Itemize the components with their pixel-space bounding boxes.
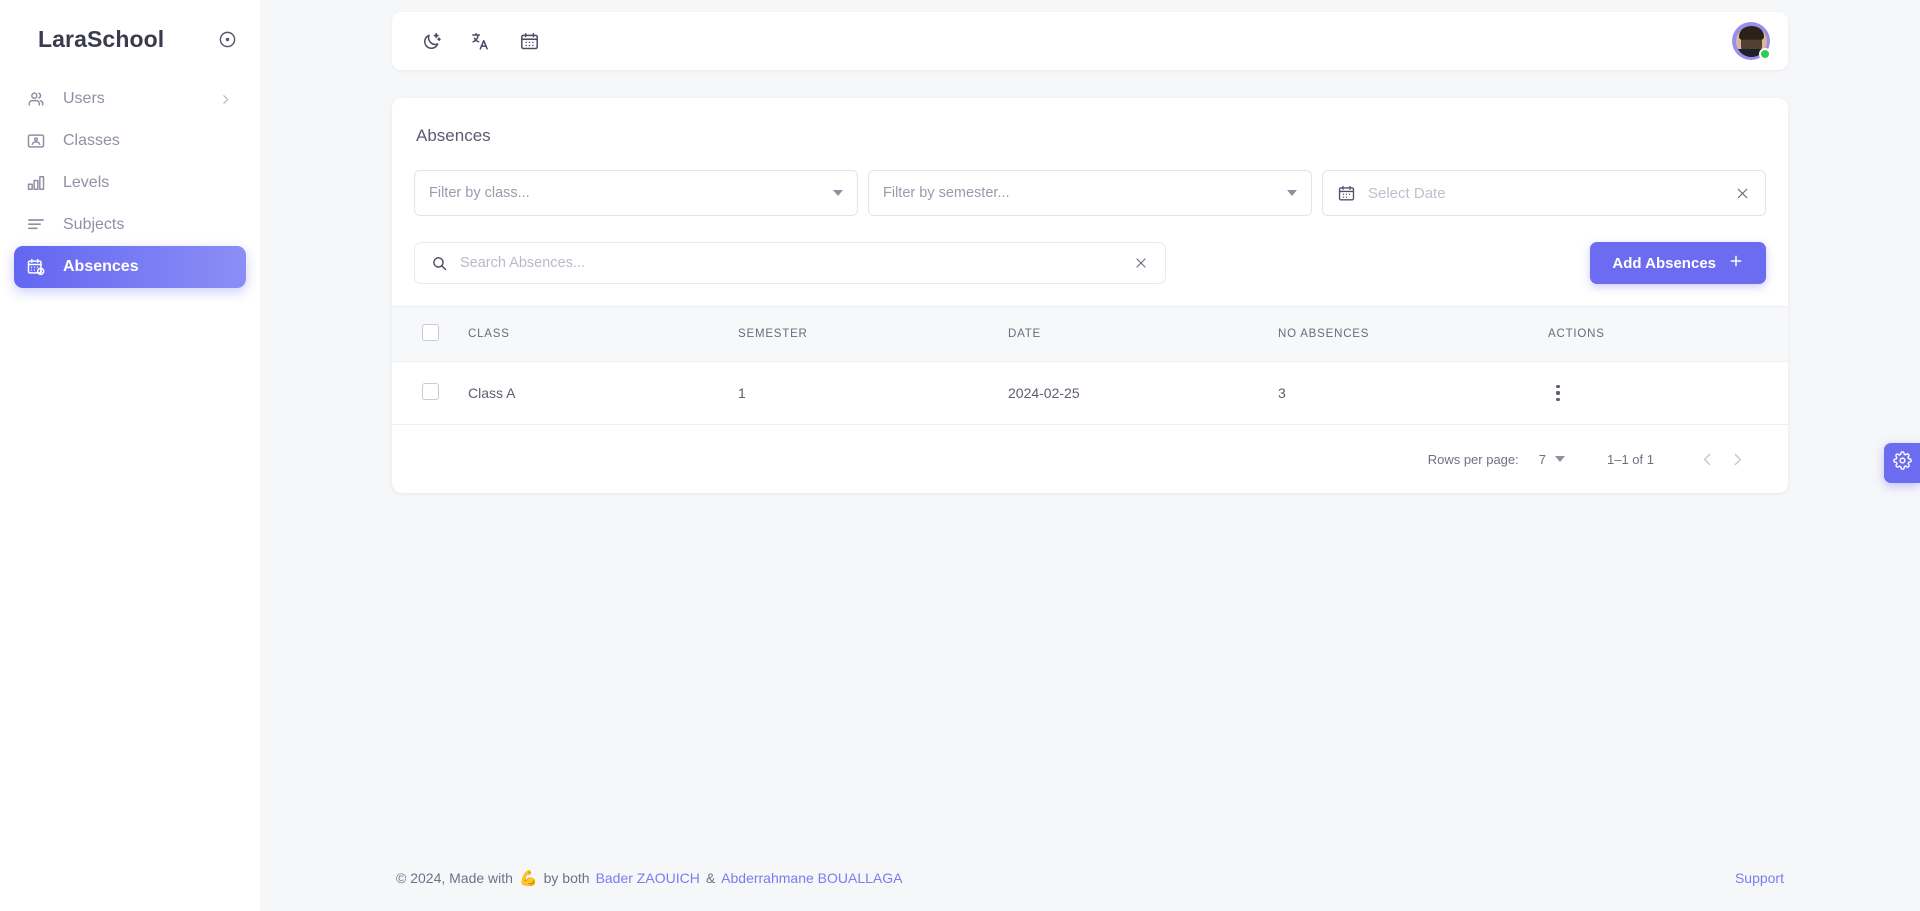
chevron-down-icon (1287, 190, 1297, 196)
app-root: LaraSchool Users Classes Levels Subjects… (0, 0, 1920, 911)
date-filter-placeholder: Select Date (1368, 184, 1446, 202)
sidebar-item-absences[interactable]: Absences (14, 246, 246, 288)
sidebar-item-classes[interactable]: Classes (14, 120, 246, 162)
absences-table: CLASS SEMESTER DATE NO ABSENCES ACTIONS … (392, 306, 1788, 425)
chevron-right-icon[interactable] (1722, 444, 1752, 474)
search-container[interactable] (414, 242, 1166, 284)
class-filter-select[interactable]: Filter by class... (414, 170, 858, 216)
calendar-icon (1337, 184, 1356, 203)
pagination-range: 1–1 of 1 (1607, 451, 1654, 467)
cell-no-absences: 3 (1278, 361, 1548, 425)
footer: © 2024, Made with 💪 by both Bader ZAOUIC… (392, 869, 1788, 911)
gear-icon (1892, 451, 1912, 475)
sidebar-nav: Users Classes Levels Subjects Absences (0, 78, 260, 288)
header-semester: SEMESTER (738, 306, 1008, 362)
sidebar-item-label: Subjects (63, 216, 125, 233)
bar-chart-icon (25, 172, 47, 194)
header-date: DATE (1008, 306, 1278, 362)
search-row: Add Absences (392, 216, 1788, 306)
topbar-actions (416, 26, 544, 56)
semester-filter-select[interactable]: Filter by semester... (868, 170, 1312, 216)
header-no-absences: NO ABSENCES (1278, 306, 1548, 362)
search-icon (431, 255, 448, 272)
rows-per-page-value: 7 (1538, 451, 1546, 467)
avatar[interactable] (1732, 22, 1771, 60)
users-icon (25, 88, 47, 110)
add-absences-label: Add Absences (1612, 254, 1716, 272)
sidebar-item-users[interactable]: Users (14, 78, 246, 120)
sidebar-item-label: Levels (63, 174, 110, 191)
absences-card: Absences Filter by class... Filter by se… (392, 98, 1788, 493)
chevron-down-icon (833, 190, 843, 196)
select-all-checkbox[interactable] (422, 324, 439, 341)
kebab-menu-icon[interactable] (1548, 385, 1568, 401)
table-head: CLASS SEMESTER DATE NO ABSENCES ACTIONS (392, 306, 1788, 362)
table-row[interactable]: Class A 1 2024-02-25 3 (392, 361, 1788, 425)
calendar-icon[interactable] (514, 26, 544, 56)
classroom-icon (25, 130, 47, 152)
status-badge-online (1759, 48, 1771, 60)
filter-row: Filter by class... Filter by semester... (392, 146, 1788, 216)
sidebar-item-subjects[interactable]: Subjects (14, 204, 246, 246)
chevron-right-icon (218, 92, 232, 106)
settings-tab-button[interactable] (1884, 443, 1920, 483)
close-icon[interactable] (1133, 255, 1149, 271)
row-select-cell (392, 361, 468, 425)
date-filter-input[interactable]: Select Date (1322, 170, 1766, 216)
close-icon[interactable] (1734, 185, 1751, 202)
table-header-row: CLASS SEMESTER DATE NO ABSENCES ACTIONS (392, 306, 1788, 362)
footer-by: by both (543, 870, 590, 886)
sidebar: LaraSchool Users Classes Levels Subjects… (0, 0, 260, 911)
main-content: Absences Filter by class... Filter by se… (260, 0, 1920, 911)
footer-ampersand: & (705, 870, 716, 886)
support-link[interactable]: Support (1735, 870, 1784, 886)
list-lines-icon (25, 214, 47, 236)
footer-author-2-link[interactable]: Abderrahmane BOUALLAGA (721, 870, 902, 886)
select-all-header (392, 306, 468, 362)
footer-author-1-link[interactable]: Bader ZAOUICH (596, 870, 700, 886)
plus-icon (1728, 253, 1744, 273)
brand-title: LaraSchool (38, 25, 165, 52)
chevron-down-icon (1555, 456, 1565, 462)
add-absences-button[interactable]: Add Absences (1590, 242, 1766, 284)
search-input[interactable] (460, 255, 1121, 271)
header-actions: ACTIONS (1548, 306, 1788, 362)
row-checkbox[interactable] (422, 383, 439, 400)
sidebar-item-label: Classes (63, 132, 120, 149)
pagination: Rows per page: 7 1–1 of 1 (392, 425, 1788, 493)
page-title: Absences (416, 126, 491, 145)
header-class: CLASS (468, 306, 738, 362)
footer-credits: © 2024, Made with 💪 by both Bader ZAOUIC… (396, 869, 902, 887)
footer-copyright: © 2024, Made with (396, 870, 513, 886)
chevron-left-icon[interactable] (1692, 444, 1722, 474)
sidebar-item-label: Absences (63, 258, 139, 275)
sidebar-item-label: Users (63, 90, 105, 107)
cell-class: Class A (468, 361, 738, 425)
sidebar-item-levels[interactable]: Levels (14, 162, 246, 204)
sidebar-brand-row: LaraSchool (0, 0, 260, 58)
calendar-clock-icon (25, 256, 47, 278)
topbar (392, 12, 1788, 70)
cell-date: 2024-02-25 (1008, 361, 1278, 425)
target-circle-icon[interactable] (216, 28, 238, 50)
class-filter-placeholder: Filter by class... (429, 185, 530, 201)
cell-semester: 1 (738, 361, 1008, 425)
semester-filter-placeholder: Filter by semester... (883, 185, 1010, 201)
rows-per-page-select[interactable]: 7 (1539, 452, 1565, 467)
cell-actions (1548, 361, 1788, 425)
moon-stars-icon[interactable] (416, 26, 446, 56)
table-body: Class A 1 2024-02-25 3 (392, 361, 1788, 425)
rows-per-page-label: Rows per page: (1427, 451, 1519, 467)
flexed-biceps-icon: 💪 (518, 870, 538, 887)
translate-icon[interactable] (465, 26, 495, 56)
